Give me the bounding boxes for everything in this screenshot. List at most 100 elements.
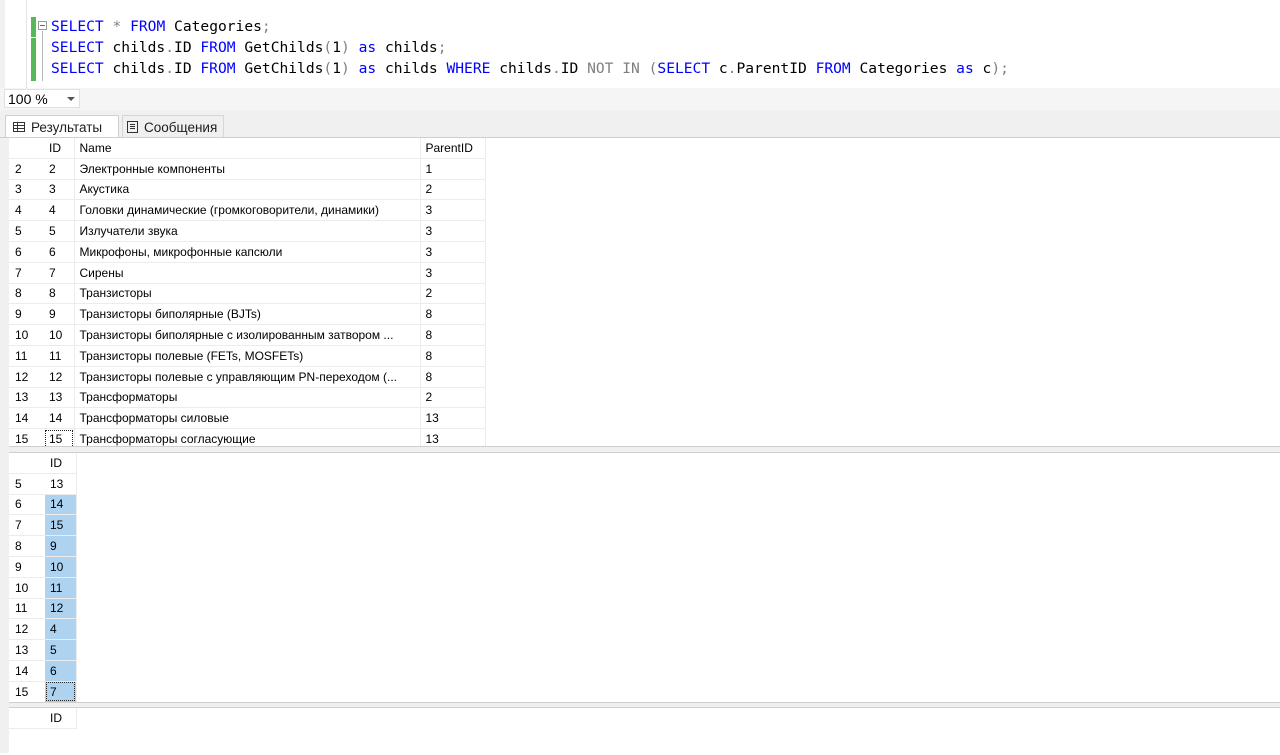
table-row[interactable]: 9 10 <box>9 556 77 578</box>
result-grid-3[interactable]: ID <box>9 707 1280 755</box>
cell-name[interactable]: Транзисторы биполярные (BJTs) <box>74 303 421 326</box>
code-line-1[interactable]: SELECT * FROM Categories; <box>51 17 271 37</box>
cell-id[interactable]: 15 <box>44 428 75 446</box>
row-number[interactable]: 8 <box>9 283 44 305</box>
cell-id[interactable]: 9 <box>44 303 75 326</box>
table-row[interactable]: 15 7 <box>9 681 77 702</box>
column-header-parentid[interactable]: ParentID <box>420 138 486 159</box>
row-number[interactable]: 8 <box>9 535 45 557</box>
tab-results[interactable]: Результаты <box>5 115 119 138</box>
collapse-icon[interactable] <box>38 21 47 30</box>
row-number[interactable]: 5 <box>9 220 44 242</box>
cell-name[interactable]: Трансформаторы силовые <box>74 407 421 430</box>
table-row[interactable]: 5 5 Излучатели звука 3 <box>9 220 486 242</box>
table-row[interactable]: 89 <box>9 535 77 557</box>
cell-parentid[interactable]: 13 <box>420 407 486 430</box>
column-header-id[interactable]: ID <box>45 708 77 729</box>
cell-parentid[interactable]: 8 <box>420 366 486 388</box>
table-row[interactable]: 6 6 Микрофоны, микрофонные капсюли 3 <box>9 241 486 263</box>
cell-name[interactable]: Сирены <box>74 262 421 284</box>
cell-id[interactable]: 13 <box>45 473 77 495</box>
cell-parentid[interactable]: 2 <box>420 179 486 201</box>
cell-name[interactable]: Трансформаторы согласующие <box>74 428 421 446</box>
cell-id[interactable]: 14 <box>45 494 77 516</box>
cell-id[interactable]: 10 <box>45 556 77 578</box>
row-number[interactable]: 9 <box>9 556 45 578</box>
row-number[interactable]: 2 <box>9 158 44 180</box>
cell-id[interactable]: 12 <box>45 598 77 620</box>
result-grid-2[interactable]: ID 5 13 6 14 7 15 8 9 9 10 10 11 11 12 12 4 13 5 14 6 15 7 <box>9 452 1280 703</box>
row-number[interactable]: 11 <box>9 345 44 367</box>
row-number[interactable]: 3 <box>9 179 44 201</box>
row-number[interactable]: 15 <box>9 681 45 702</box>
row-number[interactable]: 14 <box>9 660 45 682</box>
cell-parentid[interactable]: 3 <box>420 262 486 284</box>
cell-name[interactable]: Электронные компоненты <box>74 158 421 180</box>
cell-id[interactable]: 3 <box>44 179 75 201</box>
cell-id[interactable]: 9 <box>45 535 77 557</box>
cell-name[interactable]: Транзисторы полевые с управляющим PN-пер… <box>74 366 421 388</box>
row-number[interactable]: 6 <box>9 241 44 263</box>
column-header-name[interactable]: Name <box>74 138 421 159</box>
cell-id[interactable]: 15 <box>45 514 77 537</box>
table-row[interactable]: 11 12 <box>9 598 77 620</box>
table-row[interactable]: 10 10 Транзисторы биполярные с изолированн… <box>9 324 486 346</box>
cell-name[interactable]: Трансформаторы <box>74 387 421 409</box>
row-number[interactable]: 7 <box>9 262 44 284</box>
table-row[interactable]: 9 9 Транзисторы биполярные (BJTs) 8 <box>9 303 486 326</box>
table-row[interactable]: 4 4 Головки динамические (громкоговорители… <box>9 199 486 222</box>
cell-parentid[interactable]: 2 <box>420 387 486 409</box>
result-grid-1[interactable]: ID Name ParentID 2 2 Электронные компонент… <box>9 138 1280 447</box>
cell-name[interactable]: Транзисторы биполярные с изолированным з… <box>74 324 421 346</box>
cell-parentid[interactable]: 8 <box>420 303 486 326</box>
row-number-header[interactable] <box>9 138 44 159</box>
cell-id[interactable]: 10 <box>44 324 75 346</box>
cell-name[interactable]: Транзисторы <box>74 283 421 305</box>
query-editor[interactable]: SELECT * FROM Categories; SELECT childs.… <box>0 0 1280 88</box>
cell-id[interactable]: 5 <box>45 639 77 661</box>
cell-name[interactable]: Головки динамические (громкоговорители, … <box>74 199 421 222</box>
table-row[interactable]: 13 5 <box>9 639 77 661</box>
table-row[interactable]: 13 13 Трансформаторы 2 <box>9 387 486 409</box>
cell-name[interactable]: Излучатели звука <box>74 220 421 242</box>
cell-id[interactable]: 6 <box>45 660 77 682</box>
table-row[interactable]: 15 15 Трансформаторы согласующие 13 <box>9 428 486 446</box>
cell-parentid[interactable]: 13 <box>420 428 486 446</box>
row-number[interactable]: 12 <box>9 618 45 641</box>
column-header-id[interactable]: ID <box>44 138 75 159</box>
cell-id[interactable]: 11 <box>44 345 75 367</box>
cell-id[interactable]: 7 <box>44 262 75 284</box>
row-number[interactable]: 10 <box>9 577 45 599</box>
row-number[interactable]: 5 <box>9 473 45 495</box>
cell-name[interactable]: Акустика <box>74 179 421 201</box>
table-row[interactable]: 12 4 <box>9 618 77 641</box>
cell-parentid[interactable]: 3 <box>420 220 486 242</box>
cell-parentid[interactable]: 3 <box>420 199 486 222</box>
tab-messages[interactable]: Сообщения <box>122 115 224 138</box>
cell-id[interactable]: 4 <box>44 199 75 222</box>
row-number-header[interactable] <box>9 453 45 474</box>
table-row[interactable]: 7 7 Сирены 3 <box>9 262 486 284</box>
code-line-3[interactable]: SELECT childs.ID FROM GetChilds(1) as ch… <box>51 59 1009 79</box>
cell-parentid[interactable]: 8 <box>420 345 486 367</box>
table-row[interactable]: 8 8 Транзисторы 2 <box>9 283 486 305</box>
cell-id[interactable]: 4 <box>45 618 77 641</box>
row-number[interactable]: 7 <box>9 514 45 537</box>
table-row[interactable]: 14 14 Трансформаторы силовые 13 <box>9 407 486 430</box>
row-number-header[interactable] <box>9 708 45 729</box>
table-row[interactable]: 2 2 Электронные компоненты 1 <box>9 158 486 180</box>
table-row[interactable]: 5 13 <box>9 473 77 495</box>
cell-id[interactable]: 8 <box>44 283 75 305</box>
cell-id[interactable]: 7 <box>45 681 77 702</box>
row-number[interactable]: 6 <box>9 494 45 516</box>
cell-name[interactable]: Транзисторы полевые (FETs, MOSFETs) <box>74 345 421 367</box>
table-row[interactable]: 14 6 <box>9 660 77 682</box>
cell-id[interactable]: 12 <box>44 366 75 388</box>
cell-id[interactable]: 2 <box>44 158 75 180</box>
row-number[interactable]: 11 <box>9 598 45 620</box>
cell-id[interactable]: 14 <box>44 407 75 430</box>
column-header-id[interactable]: ID <box>45 453 77 474</box>
row-number[interactable]: 9 <box>9 303 44 326</box>
table-row[interactable]: 11 11 Транзисторы полевые (FETs, MOSFETs) 8 <box>9 345 486 367</box>
cell-parentid[interactable]: 2 <box>420 283 486 305</box>
